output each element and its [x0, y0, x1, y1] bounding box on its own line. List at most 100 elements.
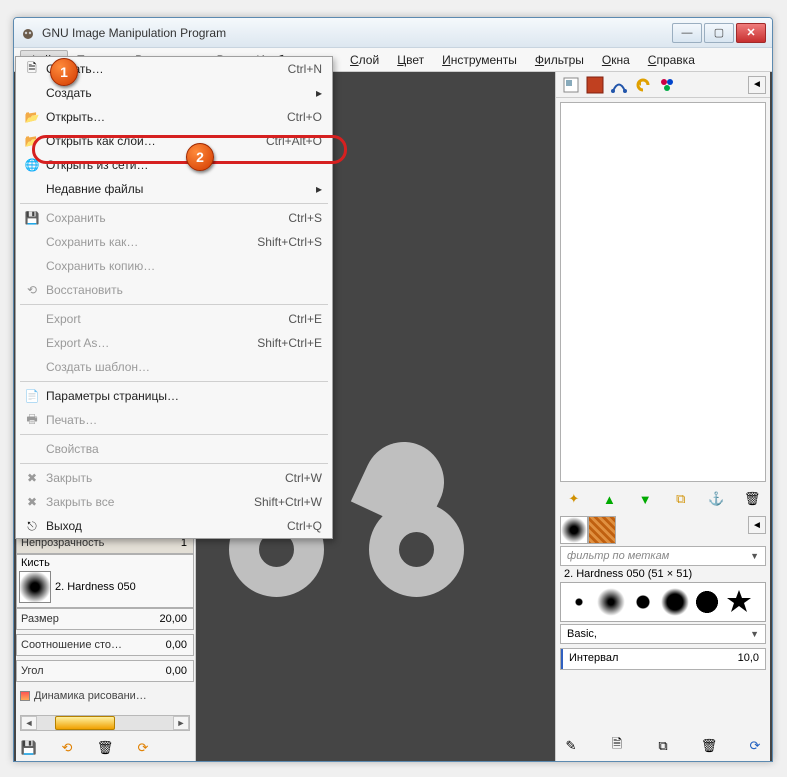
menu-item-export[interactable]: Export Ctrl+E — [16, 307, 332, 331]
patterns-tab-icon[interactable] — [588, 516, 616, 544]
brush-grid[interactable] — [560, 582, 766, 622]
horizontal-scrollbar[interactable]: ◄ ► — [20, 715, 190, 731]
dynamics-row[interactable]: Динамика рисовани… — [16, 686, 194, 706]
brush-item[interactable] — [565, 588, 593, 616]
brush-preset-select[interactable]: Basic, ▼ — [560, 624, 766, 644]
menu-item-print[interactable]: 🖶 Печать… — [16, 408, 332, 432]
brush-thumb-icon[interactable] — [19, 571, 51, 603]
brush-tab-menu-button[interactable]: ◄ — [748, 516, 766, 534]
scroll-right-button[interactable]: ► — [173, 716, 189, 730]
delete-preset-icon[interactable]: 🗑 — [96, 739, 114, 757]
annotation-callout-1: 1 — [50, 58, 80, 88]
scroll-left-button[interactable]: ◄ — [21, 716, 37, 730]
minimize-button[interactable]: — — [672, 23, 702, 43]
brush-label: Кисть — [19, 557, 191, 569]
annotation-callout-2: 2 — [186, 143, 216, 173]
menu-item-revert[interactable]: ⟲ Восстановить — [16, 278, 332, 302]
history-tab-icon[interactable] — [656, 74, 678, 96]
menu-item-save-copy[interactable]: Сохранить копию… — [16, 254, 332, 278]
brush-picker[interactable]: Кисть 2. Hardness 050 — [16, 554, 194, 608]
tab-menu-button[interactable]: ◄ — [748, 76, 766, 94]
menu-separator — [20, 381, 328, 382]
spacing-row[interactable]: Интервал 10,0 — [560, 648, 766, 670]
del-brush-icon[interactable]: 🗑 — [700, 737, 718, 755]
layer-up-icon[interactable]: ▲ — [600, 490, 618, 508]
chevron-down-icon: ▼ — [750, 551, 759, 561]
spacing-label: Интервал — [561, 649, 717, 669]
menu-filters[interactable]: Фильтры — [526, 50, 593, 70]
layers-footer: ✦ ▲ ▼ ⧉ ⚓ 🗑 — [556, 486, 770, 512]
brush-item[interactable] — [597, 588, 625, 616]
dynamics-label: Динамика рисовани… — [34, 690, 147, 702]
brushes-tab-icon[interactable] — [560, 516, 588, 544]
maximize-button[interactable]: ▢ — [704, 23, 734, 43]
close-icon: ✖ — [22, 495, 42, 509]
brushes-dock: ◄ фильтр по меткам ▼ 2. Hardness 050 (51… — [560, 516, 766, 670]
channels-tab-icon[interactable] — [584, 74, 606, 96]
reset-preset-icon[interactable]: ⟳ — [134, 739, 152, 757]
chevron-down-icon: ▼ — [750, 629, 759, 639]
refresh-brush-icon[interactable]: ⟳ — [746, 737, 764, 755]
save-icon: 💾 — [22, 211, 42, 225]
menu-separator — [20, 203, 328, 204]
menu-item-close-all[interactable]: ✖ Закрыть все Shift+Ctrl+W — [16, 490, 332, 514]
window-title: GNU Image Manipulation Program — [42, 26, 672, 40]
angle-row[interactable]: Угол 0,00 — [16, 660, 194, 682]
layers-tab-icon[interactable] — [560, 74, 582, 96]
save-preset-icon[interactable]: 💾 — [20, 739, 38, 757]
menu-item-page-setup[interactable]: 📄 Параметры страницы… — [16, 384, 332, 408]
angle-label: Угол — [17, 665, 145, 677]
brush-info: 2. Hardness 050 (51 × 51) — [560, 566, 766, 582]
menu-item-close[interactable]: ✖ Закрыть Ctrl+W — [16, 466, 332, 490]
brush-item[interactable] — [661, 588, 689, 616]
aspect-row[interactable]: Соотношение сто… 0,00 — [16, 634, 194, 656]
menu-item-open[interactable]: 📂 Открыть… Ctrl+O — [16, 105, 332, 129]
menu-item-save[interactable]: 💾 Сохранить Ctrl+S — [16, 206, 332, 230]
titlebar[interactable]: GNU Image Manipulation Program — ▢ ✕ — [14, 18, 772, 48]
left-dock-footer: 💾 ⟲ 🗑 ⟳ — [20, 739, 152, 757]
close-icon: ✖ — [22, 471, 42, 485]
menu-separator — [20, 463, 328, 464]
menu-windows[interactable]: Окна — [593, 50, 639, 70]
menu-item-properties[interactable]: Свойства — [16, 437, 332, 461]
menu-tools[interactable]: Инструменты — [433, 50, 526, 70]
menu-item-export-as[interactable]: Export As… Shift+Ctrl+E — [16, 331, 332, 355]
menu-item-quit[interactable]: ⎋ Выход Ctrl+Q — [16, 514, 332, 538]
menu-item-save-as[interactable]: Сохранить как… Shift+Ctrl+S — [16, 230, 332, 254]
close-button[interactable]: ✕ — [736, 23, 766, 43]
app-icon — [20, 25, 36, 41]
paths-tab-icon[interactable] — [608, 74, 630, 96]
layer-delete-icon[interactable]: 🗑 — [743, 490, 761, 508]
restore-preset-icon[interactable]: ⟲ — [58, 739, 76, 757]
menu-colors[interactable]: Цвет — [388, 50, 433, 70]
menu-item-recent[interactable]: Недавние файлы ▸ — [16, 177, 332, 201]
layer-new-icon[interactable]: ✦ — [565, 490, 583, 508]
page-setup-icon: 📄 — [22, 389, 42, 403]
brush-item[interactable] — [629, 588, 657, 616]
layer-dup-icon[interactable]: ⧉ — [672, 490, 690, 508]
undo-tab-icon[interactable] — [632, 74, 654, 96]
size-row[interactable]: Размер 20,00 — [16, 608, 194, 630]
brush-name: 2. Hardness 050 — [55, 581, 136, 593]
brush-item[interactable] — [725, 588, 753, 616]
new-brush-icon[interactable]: 🗎 — [608, 737, 626, 755]
spacing-value: 10,0 — [717, 649, 765, 669]
menu-layer[interactable]: Слой — [341, 50, 388, 70]
brush-item[interactable] — [693, 588, 721, 616]
layer-anchor-icon[interactable]: ⚓ — [707, 490, 725, 508]
brush-filter-input[interactable]: фильтр по меткам ▼ — [560, 546, 766, 566]
menu-help[interactable]: Справка — [639, 50, 704, 70]
submenu-arrow-icon: ▸ — [314, 182, 322, 196]
right-dock-tabs: ◄ — [556, 72, 770, 98]
layer-down-icon[interactable]: ▼ — [636, 490, 654, 508]
layers-panel[interactable] — [560, 102, 766, 482]
aspect-label: Соотношение сто… — [17, 639, 145, 651]
scroll-thumb[interactable] — [55, 716, 115, 730]
menu-item-create-template[interactable]: Создать шаблон… — [16, 355, 332, 379]
edit-brush-icon[interactable]: ✎ — [562, 737, 580, 755]
size-value: 20,00 — [145, 613, 193, 625]
brush-preset-label: Basic, — [567, 628, 597, 640]
dup-brush-icon[interactable]: ⧉ — [654, 737, 672, 755]
new-file-icon: 🗎 — [22, 59, 42, 80]
right-dock-footer: ✎ 🗎 ⧉ 🗑 ⟳ — [562, 737, 764, 755]
